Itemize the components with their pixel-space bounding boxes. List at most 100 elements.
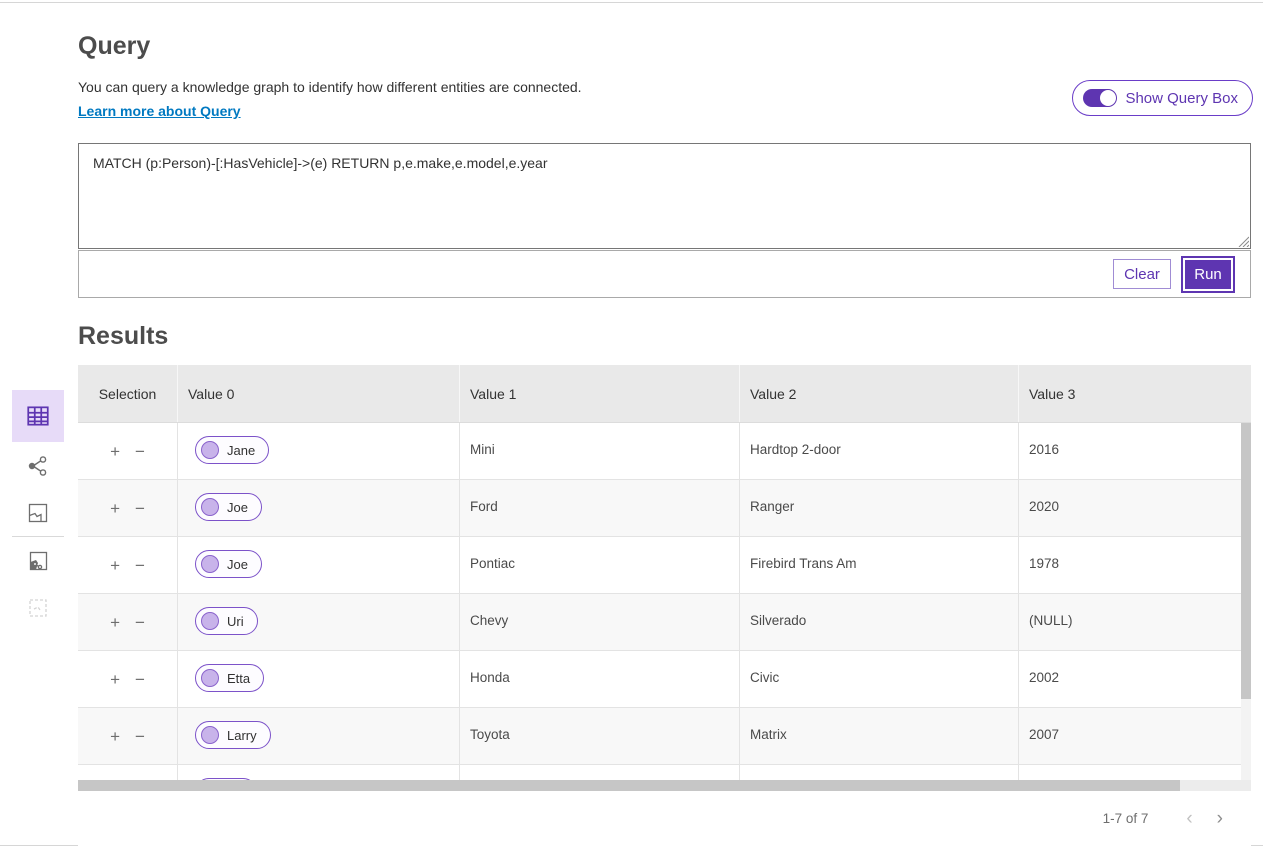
entity-node-icon [201, 555, 219, 573]
query-actions-bar: Clear Run [78, 250, 1251, 298]
selection-cell: + − [78, 651, 178, 707]
column-header-selection[interactable]: Selection [78, 365, 178, 422]
results-section-title: Results [78, 322, 168, 351]
remove-selection-button[interactable]: − [135, 443, 145, 460]
cell-value2: Civic [740, 651, 1019, 707]
entity-chip[interactable]: Larry [195, 721, 271, 749]
entity-cell: Joe [178, 480, 460, 536]
map-overlay-icon [26, 549, 50, 573]
cell-value3: (NULL) [1019, 594, 1251, 650]
selection-cell: + − [78, 594, 178, 650]
cell-value2: Ranger [740, 480, 1019, 536]
cell-value1: Mini [460, 423, 740, 479]
horizontal-scrollbar-thumb[interactable] [78, 780, 1180, 791]
column-header-value0[interactable]: Value 0 [178, 365, 460, 422]
add-selection-button[interactable]: + [110, 500, 120, 517]
selection-cell: + − [78, 537, 178, 593]
cell-value3: 1978 [1019, 537, 1251, 593]
entity-node-icon [201, 612, 219, 630]
column-header-value1[interactable]: Value 1 [460, 365, 740, 422]
entity-node-icon [201, 669, 219, 687]
vertical-scrollbar[interactable] [1241, 423, 1251, 780]
entity-cell: Joe [178, 537, 460, 593]
query-input[interactable]: MATCH (p:Person)-[:HasVehicle]->(e) RETU… [78, 143, 1251, 249]
remove-selection-button[interactable]: − [135, 671, 145, 688]
sidebar-item-add-to-map-view[interactable] [12, 537, 64, 584]
toggle-label: Show Query Box [1125, 90, 1238, 107]
table-footer: 1-7 of 7 ‹ › [78, 791, 1251, 846]
entity-node-icon [201, 441, 219, 459]
learn-more-link[interactable]: Learn more about Query [78, 103, 241, 119]
selection-cell: + − [78, 480, 178, 536]
cell-value3: 2020 [1019, 480, 1251, 536]
entity-cell: Uri [178, 594, 460, 650]
column-header-value3[interactable]: Value 3 [1019, 365, 1251, 422]
cell-value1: Pontiac [460, 537, 740, 593]
entity-cell: Jane [178, 423, 460, 479]
toggle-knob [1100, 90, 1116, 106]
selection-disabled-icon [26, 596, 50, 620]
pagination-next-icon[interactable]: › [1217, 809, 1223, 828]
results-table: Selection Value 0 Value 1 Value 2 Value … [78, 365, 1251, 846]
sidebar-item-link-chart-view[interactable] [12, 442, 64, 489]
cell-value2: Silverado [740, 594, 1019, 650]
entity-chip-label: Larry [227, 728, 257, 743]
cell-value3: 2016 [1019, 423, 1251, 479]
sidebar-item-table-view[interactable] [12, 390, 64, 442]
entity-cell [178, 765, 460, 780]
table-row: + − Joe Pontiac Firebird Trans Am 1978 [78, 537, 1251, 594]
link-chart-icon [26, 454, 50, 478]
cell-value1: Ford [460, 480, 740, 536]
toggle-switch-icon[interactable] [1083, 89, 1117, 107]
horizontal-scrollbar[interactable] [78, 780, 1251, 791]
query-section-title: Query [78, 32, 150, 61]
cell-value3 [1019, 765, 1251, 780]
add-selection-button[interactable]: + [110, 557, 120, 574]
page-top-border [0, 2, 1263, 3]
entity-chip[interactable]: Joe [195, 493, 262, 521]
add-selection-button[interactable]: + [110, 614, 120, 631]
entity-chip-label: Uri [227, 614, 244, 629]
cell-value1: Toyota [460, 708, 740, 764]
entity-chip-label: Jane [227, 443, 255, 458]
add-selection-button[interactable]: + [110, 671, 120, 688]
entity-chip[interactable]: Etta [195, 664, 264, 692]
selection-cell: + − [78, 765, 178, 780]
entity-chip[interactable]: Joe [195, 550, 262, 578]
entity-chip[interactable]: Jane [195, 436, 269, 464]
remove-selection-button[interactable]: − [135, 614, 145, 631]
cell-value2 [740, 765, 1019, 780]
run-button[interactable]: Run [1183, 258, 1233, 291]
add-selection-button[interactable]: + [110, 443, 120, 460]
query-description: You can query a knowledge graph to ident… [78, 79, 582, 95]
selection-cell: + − [78, 708, 178, 764]
clear-button[interactable]: Clear [1113, 259, 1171, 289]
entity-chip-label: Etta [227, 671, 250, 686]
pagination-range: 1-7 of 7 [1103, 811, 1149, 826]
sidebar-item-map-view[interactable] [12, 489, 64, 536]
entity-node-icon [201, 726, 219, 744]
cell-value2: Matrix [740, 708, 1019, 764]
cell-value1: Chevy [460, 594, 740, 650]
remove-selection-button[interactable]: − [135, 557, 145, 574]
vertical-scrollbar-thumb[interactable] [1241, 423, 1251, 699]
show-query-box-toggle[interactable]: Show Query Box [1072, 80, 1253, 116]
remove-selection-button[interactable]: − [135, 728, 145, 745]
table-row: + − Larry Toyota Matrix 2007 [78, 708, 1251, 765]
add-selection-button[interactable]: + [110, 728, 120, 745]
column-header-value2[interactable]: Value 2 [740, 365, 1019, 422]
entity-chip-label: Joe [227, 500, 248, 515]
table-row: + − Jane Mini Hardtop 2-door 2016 [78, 423, 1251, 480]
cell-value3: 2007 [1019, 708, 1251, 764]
cell-value2: Firebird Trans Am [740, 537, 1019, 593]
sidebar-item-selection-view [12, 584, 64, 631]
table-body: + − Jane Mini Hardtop 2-door 2016 + − Jo… [78, 422, 1251, 780]
pagination-prev-icon[interactable]: ‹ [1186, 809, 1192, 828]
entity-chip-label: Joe [227, 557, 248, 572]
cell-value2: Hardtop 2-door [740, 423, 1019, 479]
cell-value3: 2002 [1019, 651, 1251, 707]
table-row: + − Uri Chevy Silverado (NULL) [78, 594, 1251, 651]
entity-chip[interactable]: Uri [195, 607, 258, 635]
remove-selection-button[interactable]: − [135, 500, 145, 517]
selection-cell: + − [78, 423, 178, 479]
